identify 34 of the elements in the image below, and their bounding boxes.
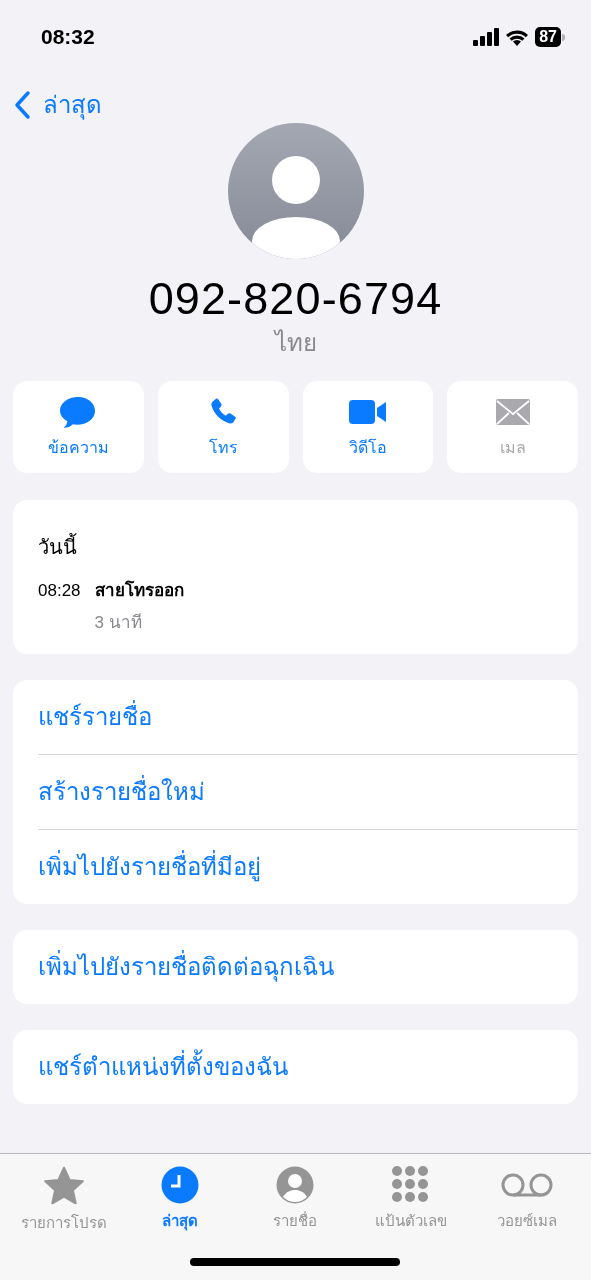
call-time: 08:28 xyxy=(38,580,81,602)
contact-option-link[interactable]: เพิ่มไปยังรายชื่อที่มีอยู่ xyxy=(38,830,578,904)
call-date-heading: วันนี้ xyxy=(38,532,553,562)
contact-option-link[interactable]: เพิ่มไปยังรายชื่อติดต่อฉุกเฉิน xyxy=(38,930,578,1004)
speech-bubble-icon xyxy=(59,395,98,429)
voicemail-icon xyxy=(500,1171,555,1198)
status-time: 08:32 xyxy=(41,24,95,51)
tab-bar-item[interactable]: รายชื่อ xyxy=(237,1154,354,1232)
contact-option-link[interactable]: แชร์ตำแหน่งที่ตั้งของฉัน xyxy=(38,1030,578,1104)
contact-action-button[interactable]: ข้อความ xyxy=(13,381,144,473)
back-chevron-icon xyxy=(13,90,31,120)
tab-bar-item[interactable]: แป้นตัวเลข xyxy=(353,1154,470,1232)
tab-bar-item[interactable]: วอยซ์เมล xyxy=(469,1154,585,1232)
contact-action-button[interactable]: วิดีโอ xyxy=(302,381,434,473)
contact-action-button[interactable]: โทร xyxy=(157,381,289,473)
star-icon xyxy=(42,1166,85,1206)
contact-option-link[interactable]: แชร์รายชื่อ xyxy=(38,680,578,754)
battery-level: 87 xyxy=(535,27,561,47)
back-button[interactable]: ล่าสุด xyxy=(13,87,102,123)
call-type: สายโทรออก xyxy=(94,579,184,602)
phone-number: 092-820-6794 xyxy=(148,272,443,326)
tab-bar-item[interactable]: รายการโปรด xyxy=(6,1154,122,1232)
avatar-placeholder-icon xyxy=(227,123,364,259)
wifi-icon xyxy=(505,28,530,46)
country-label: ไทย xyxy=(274,328,317,358)
signal-icon xyxy=(473,28,500,46)
clock-icon xyxy=(160,1166,199,1204)
contact-option-link[interactable]: สร้างรายชื่อใหม่ xyxy=(38,755,578,829)
call-duration: 3 นาที xyxy=(94,612,143,634)
envelope-icon xyxy=(494,398,531,426)
video-camera-icon xyxy=(347,398,388,426)
keypad-icon xyxy=(392,1166,431,1204)
person-circle-icon xyxy=(276,1166,315,1204)
tab-bar-item[interactable]: ล่าสุด xyxy=(121,1154,238,1232)
